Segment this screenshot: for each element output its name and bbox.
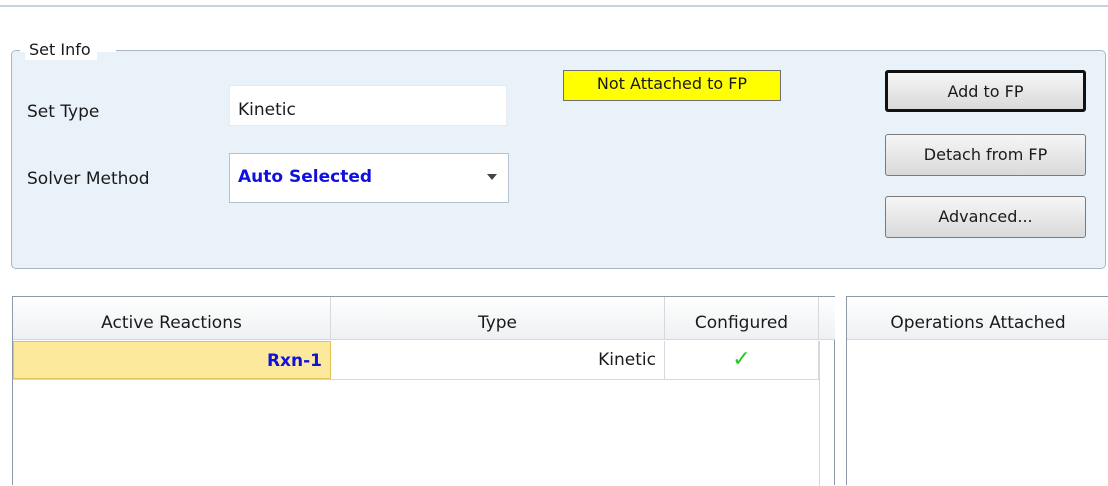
reaction-type-cell[interactable]: Kinetic: [331, 341, 665, 379]
column-header-filler: [819, 297, 835, 340]
solver-method-dropdown[interactable]: Auto Selected: [229, 153, 509, 203]
set-type-label: Set Type: [27, 102, 100, 122]
set-type-field[interactable]: Kinetic: [229, 85, 507, 126]
set-info-title: Set Info: [25, 40, 97, 60]
column-header-configured[interactable]: Configured: [665, 297, 819, 340]
operations-attached-header[interactable]: Operations Attached: [847, 297, 1108, 340]
column-header-active-reactions[interactable]: Active Reactions: [13, 297, 331, 340]
active-reactions-table: Active Reactions Type Configured Rxn-1 K…: [12, 296, 835, 486]
advanced-button[interactable]: Advanced...: [885, 196, 1086, 238]
attachment-status-badge: Not Attached to FP: [563, 70, 781, 101]
chevron-down-icon[interactable]: [487, 174, 497, 180]
solver-method-value: Auto Selected: [238, 167, 373, 187]
row-divider: [13, 379, 819, 380]
operations-attached-list: Operations Attached: [846, 296, 1108, 485]
add-to-fp-button[interactable]: Add to FP: [885, 70, 1086, 112]
column-divider: [819, 341, 820, 486]
reaction-name-cell[interactable]: Rxn-1: [13, 341, 331, 379]
detach-from-fp-button[interactable]: Detach from FP: [885, 134, 1086, 176]
column-header-type[interactable]: Type: [331, 297, 665, 340]
solver-method-label: Solver Method: [27, 169, 150, 189]
top-divider: [0, 5, 1108, 7]
check-icon: ✓: [665, 341, 819, 379]
